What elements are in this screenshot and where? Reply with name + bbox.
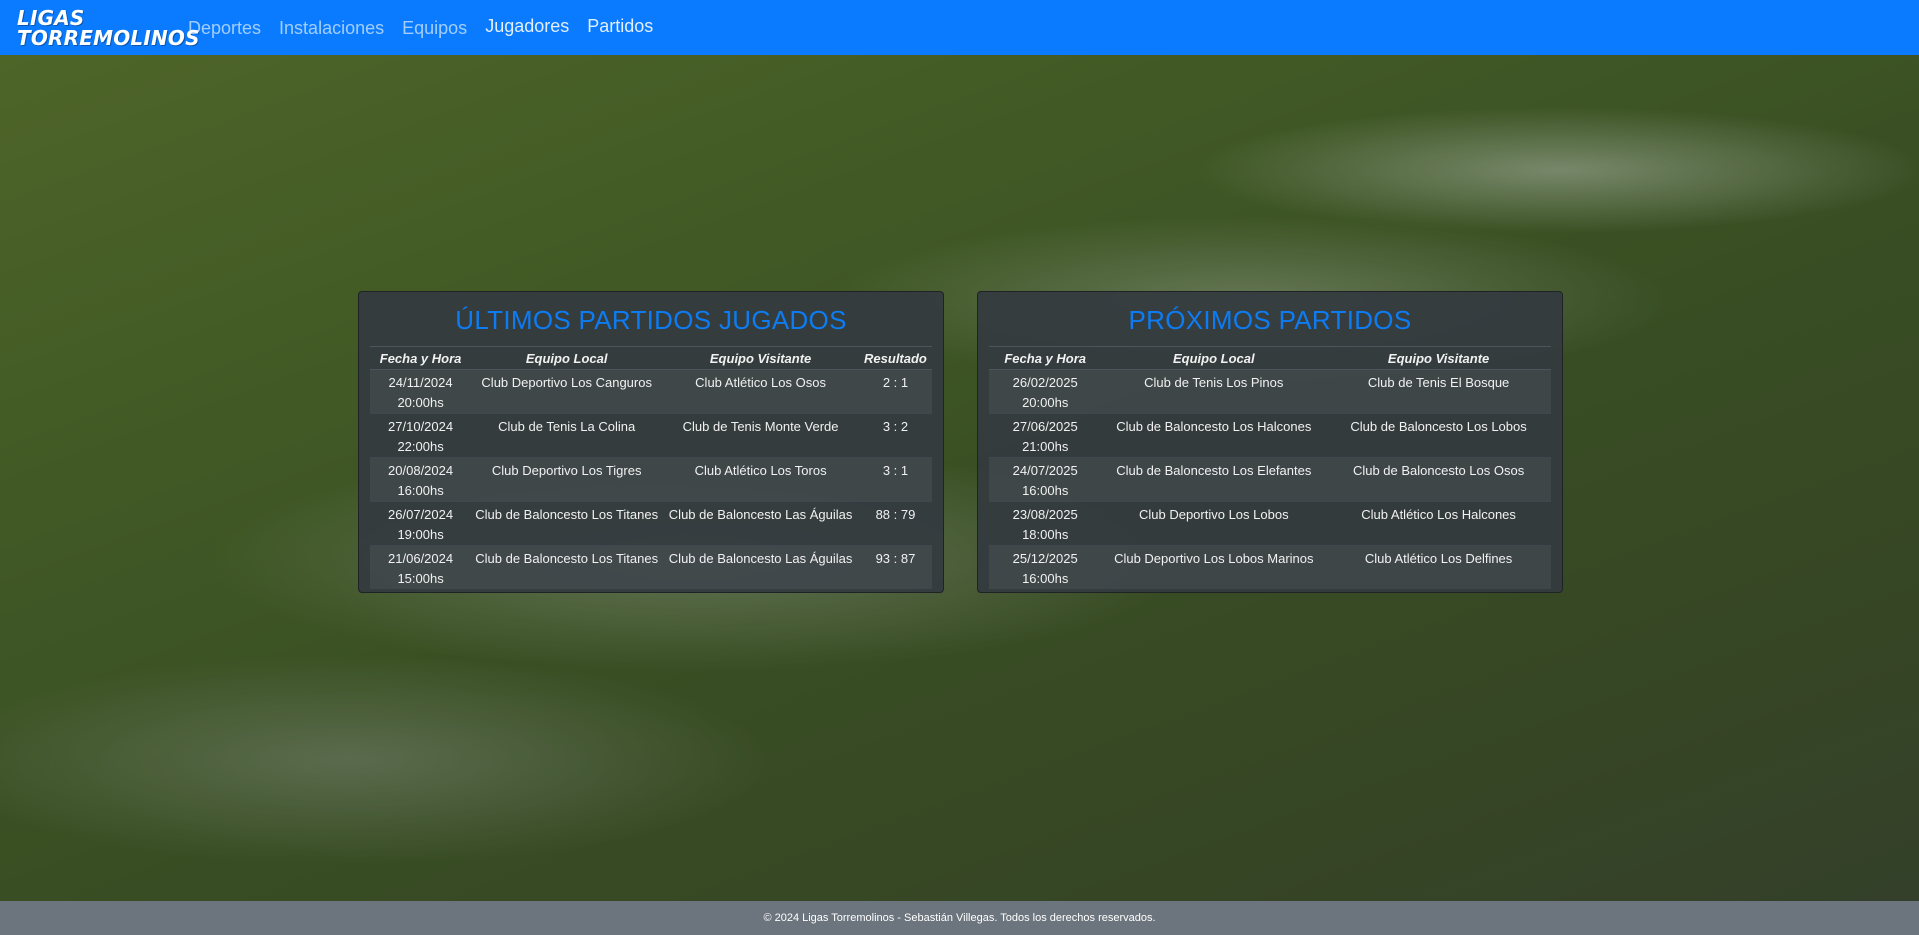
col-header-home: Equipo Local	[1101, 346, 1327, 370]
cell-datetime: 27/10/2024 22:00hs	[370, 413, 472, 458]
cell-home: Club de Tenis La Colina	[471, 413, 663, 458]
cell-away: Club de Baloncesto Las Águilas	[662, 545, 859, 589]
cell-home: Club Deportivo Los Lobos Marinos	[1101, 545, 1327, 589]
cell-date: 26/02/2025	[1012, 375, 1078, 390]
cell-datetime: 23/08/2025 18:00hs	[989, 501, 1102, 546]
table-row: 27/10/2024 22:00hs Club de Tenis La Colina…	[370, 413, 932, 458]
nav-deportes[interactable]: Deportes	[188, 18, 261, 39]
cell-time: 20:00hs	[1022, 395, 1069, 410]
cell-time: 16:00hs	[1022, 571, 1069, 586]
cell-datetime: 26/07/2024 19:00hs	[370, 501, 472, 546]
table-row: 26/07/2024 19:00hs Club de Baloncesto Los …	[370, 501, 932, 546]
played-matches-panel: ÚLTIMOS PARTIDOS JUGADOS Fecha y Hora Eq…	[358, 291, 944, 593]
cell-time: 15:00hs	[397, 571, 444, 586]
cell-date: 26/07/2024	[388, 507, 454, 522]
cell-datetime: 27/06/2025 21:00hs	[989, 413, 1102, 458]
cell-result: 93 : 87	[858, 545, 932, 589]
nav-instalaciones[interactable]: Instalaciones	[279, 18, 384, 39]
footer: © 2024 Ligas Torremolinos - Sebastián Vi…	[0, 901, 1919, 935]
brand-line-2: TORREMOLINOS	[17, 25, 200, 50]
table-row: 26/02/2025 20:00hs Club de Tenis Los Pinos…	[989, 369, 1551, 414]
cell-away: Club Atlético Los Toros	[662, 457, 859, 502]
cell-date: 27/06/2025	[1012, 419, 1078, 434]
cell-away: Club de Baloncesto Las Águilas	[662, 501, 859, 546]
cell-away: Club de Tenis Monte Verde	[662, 413, 859, 458]
cell-date: 21/06/2024	[388, 551, 454, 566]
cell-date: 27/10/2024	[388, 419, 454, 434]
cell-result: 3 : 2	[858, 413, 932, 458]
cell-time: 22:00hs	[397, 439, 444, 454]
cell-away: Club de Baloncesto Los Lobos	[1326, 413, 1551, 458]
played-matches-title: ÚLTIMOS PARTIDOS JUGADOS	[455, 305, 847, 335]
cell-home: Club de Baloncesto Los Titanes	[471, 501, 663, 546]
cell-time: 18:00hs	[1022, 527, 1069, 542]
cell-datetime: 25/12/2025 16:00hs	[989, 545, 1102, 589]
table-row: 27/06/2025 21:00hs Club de Baloncesto Los …	[989, 413, 1551, 458]
cell-datetime: 21/06/2024 15:00hs	[370, 545, 472, 589]
upcoming-matches-table: Fecha y Hora Equipo Local Equipo Visitan…	[989, 346, 1551, 589]
cell-home: Club de Baloncesto Los Halcones	[1101, 413, 1327, 458]
col-header-home: Equipo Local	[471, 346, 663, 370]
navbar: LIGAS TORREMOLINOS Deportes Instalacione…	[0, 0, 1919, 55]
main-nav: Deportes Instalaciones Equipos Jugadores…	[188, 16, 671, 39]
cell-date: 23/08/2025	[1012, 507, 1078, 522]
cell-result: 88 : 79	[858, 501, 932, 546]
cell-time: 21:00hs	[1022, 439, 1069, 454]
table-row: 24/07/2025 16:00hs Club de Baloncesto Los …	[989, 457, 1551, 502]
brand-logo[interactable]: LIGAS TORREMOLINOS	[17, 5, 200, 50]
col-header-date: Fecha y Hora	[989, 346, 1102, 370]
nav-partidos[interactable]: Partidos	[587, 16, 653, 39]
table-row: 20/08/2024 16:00hs Club Deportivo Los Tigr…	[370, 457, 932, 502]
cell-datetime: 26/02/2025 20:00hs	[989, 369, 1102, 414]
brand-line-1: LIGAS	[17, 5, 85, 30]
table-row: 21/06/2024 15:00hs Club de Baloncesto Los …	[370, 545, 932, 589]
table-row: 25/12/2025 16:00hs Club Deportivo Los Lobo…	[989, 545, 1551, 589]
nav-jugadores[interactable]: Jugadores	[485, 16, 569, 39]
cell-away: Club de Baloncesto Los Osos	[1326, 457, 1551, 502]
cell-date: 20/08/2024	[388, 463, 454, 478]
table-row: 24/11/2024 20:00hs Club Deportivo Los Cang…	[370, 369, 932, 414]
cell-time: 20:00hs	[397, 395, 444, 410]
cell-home: Club Deportivo Los Tigres	[471, 457, 663, 502]
cell-away: Club de Tenis El Bosque	[1326, 369, 1551, 414]
cell-time: 16:00hs	[1022, 483, 1069, 498]
upcoming-matches-panel: PRÓXIMOS PARTIDOS Fecha y Hora Equipo Lo…	[977, 291, 1563, 593]
cell-result: 3 : 1	[858, 457, 932, 502]
cell-date: 24/07/2025	[1012, 463, 1078, 478]
cell-home: Club de Baloncesto Los Elefantes	[1101, 457, 1327, 502]
cell-datetime: 24/11/2024 20:00hs	[370, 369, 472, 414]
cell-away: Club Atlético Los Halcones	[1326, 501, 1551, 546]
cell-away: Club Atlético Los Osos	[662, 369, 859, 414]
cell-time: 16:00hs	[397, 483, 444, 498]
cell-result: 2 : 1	[858, 369, 932, 414]
cell-home: Club de Baloncesto Los Titanes	[471, 545, 663, 589]
cell-datetime: 24/07/2025 16:00hs	[989, 457, 1102, 502]
cell-home: Club Deportivo Los Lobos	[1101, 501, 1327, 546]
cell-date: 25/12/2025	[1012, 551, 1078, 566]
nav-equipos[interactable]: Equipos	[402, 18, 467, 39]
cell-away: Club Atlético Los Delfines	[1326, 545, 1551, 589]
cell-home: Club Deportivo Los Canguros	[471, 369, 663, 414]
col-header-date: Fecha y Hora	[370, 346, 472, 370]
table-row: 23/08/2025 18:00hs Club Deportivo Los Lobo…	[989, 501, 1551, 546]
cell-time: 19:00hs	[397, 527, 444, 542]
col-header-result: Resultado	[858, 346, 932, 370]
upcoming-matches-title: PRÓXIMOS PARTIDOS	[1128, 305, 1412, 335]
background-overlay	[0, 0, 1919, 935]
cell-datetime: 20/08/2024 16:00hs	[370, 457, 472, 502]
cell-home: Club de Tenis Los Pinos	[1101, 369, 1327, 414]
col-header-away: Equipo Visitante	[662, 346, 859, 370]
cell-date: 24/11/2024	[388, 375, 453, 390]
played-matches-table: Fecha y Hora Equipo Local Equipo Visitan…	[370, 346, 932, 589]
col-header-away: Equipo Visitante	[1326, 346, 1551, 370]
